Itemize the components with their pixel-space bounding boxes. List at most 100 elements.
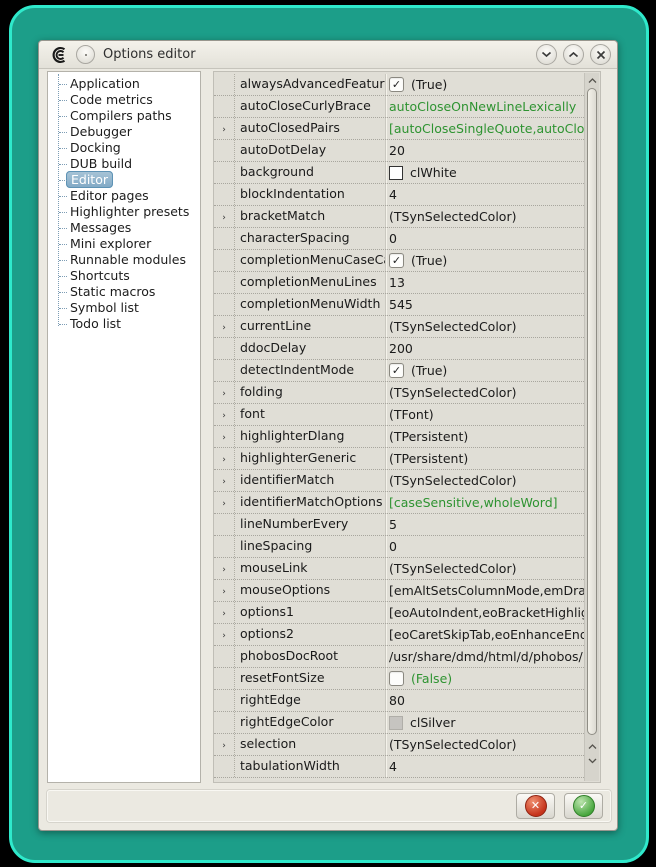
- expand-arrow-icon[interactable]: ›: [222, 631, 226, 641]
- property-value[interactable]: (TSynSelectedColor): [386, 558, 584, 579]
- property-row-rightedge[interactable]: rightEdge80: [214, 690, 584, 712]
- vertical-scrollbar[interactable]: [584, 73, 599, 781]
- property-value[interactable]: 20: [386, 140, 584, 161]
- expand-arrow-icon[interactable]: ›: [222, 741, 226, 751]
- expand-gutter[interactable]: ›: [214, 558, 235, 579]
- property-row-resetfontsize[interactable]: resetFontSize(False): [214, 668, 584, 690]
- sidebar-item-docking[interactable]: Docking: [48, 140, 200, 156]
- property-row-detectindentmode[interactable]: detectIndentMode✓(True): [214, 360, 584, 382]
- property-name[interactable]: characterSpacing: [235, 228, 386, 249]
- expand-arrow-icon[interactable]: ›: [222, 455, 226, 465]
- property-value[interactable]: (TSynSelectedColor): [386, 382, 584, 403]
- property-row-background[interactable]: backgroundclWhite: [214, 162, 584, 184]
- expand-gutter[interactable]: ›: [214, 602, 235, 623]
- expand-gutter[interactable]: ›: [214, 734, 235, 755]
- property-name[interactable]: mouseOptions: [235, 580, 386, 601]
- checkbox-checked-icon[interactable]: ✓: [389, 77, 404, 92]
- expand-arrow-icon[interactable]: ›: [222, 565, 226, 575]
- property-value[interactable]: 13: [386, 272, 584, 293]
- property-name[interactable]: folding: [235, 382, 386, 403]
- sidebar-item-editor-pages[interactable]: Editor pages: [48, 188, 200, 204]
- property-row-folding[interactable]: ›folding(TSynSelectedColor): [214, 382, 584, 404]
- property-value[interactable]: [eoCaretSkipTab,eoEnhanceEndKe: [386, 624, 584, 645]
- property-row-blockindentation[interactable]: blockIndentation4: [214, 184, 584, 206]
- sidebar-item-debugger[interactable]: Debugger: [48, 124, 200, 140]
- property-value[interactable]: /usr/share/dmd/html/d/phobos/: [386, 646, 584, 667]
- roll-up-button[interactable]: [563, 44, 584, 65]
- expand-arrow-icon[interactable]: ›: [222, 609, 226, 619]
- property-row-highlighterdlang[interactable]: ›highlighterDlang(TPersistent): [214, 426, 584, 448]
- property-row-rightedgecolor[interactable]: rightEdgeColorclSilver: [214, 712, 584, 734]
- property-row-phobosdocroot[interactable]: phobosDocRoot/usr/share/dmd/html/d/phobo…: [214, 646, 584, 668]
- expand-arrow-icon[interactable]: ›: [222, 213, 226, 223]
- property-value[interactable]: 200: [386, 338, 584, 359]
- property-value[interactable]: clSilver: [386, 712, 584, 733]
- property-row-completionmenuwidth[interactable]: completionMenuWidth545: [214, 294, 584, 316]
- property-name[interactable]: lineNumberEvery: [235, 514, 386, 535]
- property-row-font[interactable]: ›font(TFont): [214, 404, 584, 426]
- property-name[interactable]: detectIndentMode: [235, 360, 386, 381]
- expand-gutter[interactable]: ›: [214, 624, 235, 645]
- expand-gutter[interactable]: ›: [214, 580, 235, 601]
- sidebar-item-mini-explorer[interactable]: Mini explorer: [48, 236, 200, 252]
- property-name[interactable]: highlighterDlang: [235, 426, 386, 447]
- property-value[interactable]: (TSynSelectedColor): [386, 206, 584, 227]
- expand-arrow-icon[interactable]: ›: [222, 125, 226, 135]
- property-value[interactable]: 0: [386, 228, 584, 249]
- scroll-up-button[interactable]: [585, 75, 599, 87]
- property-value[interactable]: (TPersistent): [386, 426, 584, 447]
- expand-arrow-icon[interactable]: ›: [222, 323, 226, 333]
- expand-gutter[interactable]: ›: [214, 492, 235, 513]
- property-name[interactable]: autoClosedPairs: [235, 118, 386, 139]
- sidebar-item-todo-list[interactable]: Todo list: [48, 316, 200, 332]
- property-row-mouseoptions[interactable]: › mouseOptions[emAltSetsColumnMode,emDrag…: [214, 580, 584, 602]
- property-value[interactable]: (TSynSelectedColor): [386, 734, 584, 755]
- property-name[interactable]: identifierMatch: [235, 470, 386, 491]
- expand-gutter[interactable]: ›: [214, 316, 235, 337]
- property-row-tabulationwidth[interactable]: tabulationWidth4: [214, 756, 584, 778]
- property-row-currentline[interactable]: ›currentLine(TSynSelectedColor): [214, 316, 584, 338]
- property-value[interactable]: 5: [386, 514, 584, 535]
- property-value[interactable]: (TSynSelectedColor): [386, 470, 584, 491]
- cancel-button[interactable]: ✕: [516, 793, 555, 819]
- property-row-bracketmatch[interactable]: ›bracketMatch(TSynSelectedColor): [214, 206, 584, 228]
- property-name[interactable]: highlighterGeneric: [235, 448, 386, 469]
- property-name[interactable]: phobosDocRoot: [235, 646, 386, 667]
- sidebar-item-application[interactable]: Application: [48, 76, 200, 92]
- property-row-alwaysadvancedfeatures[interactable]: alwaysAdvancedFeatures✓(True): [214, 74, 584, 96]
- property-name[interactable]: mouseLink: [235, 558, 386, 579]
- property-row-identifiermatch[interactable]: ›identifierMatch(TSynSelectedColor): [214, 470, 584, 492]
- property-row-identifiermatchoptions[interactable]: ›identifierMatchOptions[caseSensitive,wh…: [214, 492, 584, 514]
- property-name[interactable]: ddocDelay: [235, 338, 386, 359]
- property-name[interactable]: rightEdgeColor: [235, 712, 386, 733]
- sidebar-item-symbol-list[interactable]: Symbol list: [48, 300, 200, 316]
- property-value[interactable]: [autoCloseSingleQuote,autoCloseDo: [386, 118, 584, 139]
- property-value[interactable]: 545: [386, 294, 584, 315]
- property-value[interactable]: 4: [386, 184, 584, 205]
- roll-down-button[interactable]: [536, 44, 557, 65]
- property-name[interactable]: autoDotDelay: [235, 140, 386, 161]
- scrollbar-thumb[interactable]: [587, 88, 597, 735]
- property-value[interactable]: [emAltSetsColumnMode,emDragDr: [386, 580, 584, 601]
- property-name[interactable]: background: [235, 162, 386, 183]
- property-row-mouselink[interactable]: › mouseLink(TSynSelectedColor): [214, 558, 584, 580]
- property-name[interactable]: lineSpacing: [235, 536, 386, 557]
- property-name[interactable]: selection: [235, 734, 386, 755]
- property-name[interactable]: completionMenuLines: [235, 272, 386, 293]
- property-value[interactable]: 0: [386, 536, 584, 557]
- expand-gutter[interactable]: ›: [214, 382, 235, 403]
- property-row-autoclosedpairs[interactable]: › autoClosedPairs[autoCloseSingleQuote,au…: [214, 118, 584, 140]
- property-row-selection[interactable]: › selection(TSynSelectedColor): [214, 734, 584, 756]
- property-name[interactable]: alwaysAdvancedFeatures: [235, 74, 386, 95]
- property-name[interactable]: autoCloseCurlyBrace: [235, 96, 386, 117]
- property-name[interactable]: identifierMatchOptions: [235, 492, 386, 513]
- property-name[interactable]: tabulationWidth: [235, 756, 386, 777]
- expand-arrow-icon[interactable]: ›: [222, 587, 226, 597]
- sidebar-item-editor[interactable]: Editor: [48, 172, 200, 188]
- sidebar-item-runnable-modules[interactable]: Runnable modules: [48, 252, 200, 268]
- property-name[interactable]: font: [235, 404, 386, 425]
- expand-gutter[interactable]: ›: [214, 206, 235, 227]
- property-value[interactable]: (TSynSelectedColor): [386, 316, 584, 337]
- property-row-autoclosecurlybrace[interactable]: autoCloseCurlyBraceautoCloseOnNewLineLex…: [214, 96, 584, 118]
- property-value[interactable]: (TPersistent): [386, 448, 584, 469]
